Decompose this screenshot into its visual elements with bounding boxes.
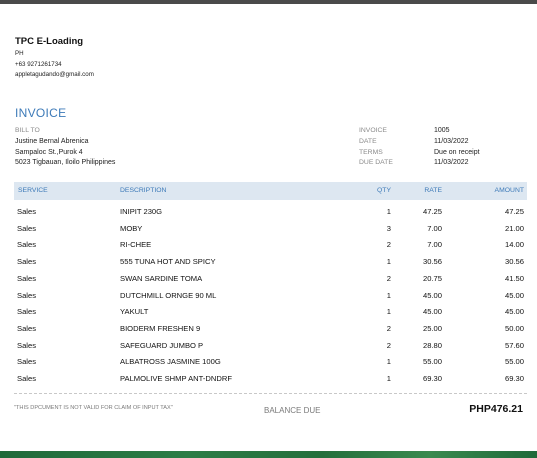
row-amount: 30.56 (504, 257, 524, 266)
row-description: BIODERM FRESHEN 9 (120, 324, 201, 333)
row-description: YAKULT (120, 307, 149, 316)
row-service: Sales (17, 307, 36, 316)
row-qty: 1 (386, 291, 391, 300)
row-service: Sales (17, 207, 36, 216)
row-service: Sales (17, 257, 36, 266)
terms-value: Due on receipt (434, 149, 480, 156)
company-country: PH (15, 50, 24, 57)
table-row: Sales RI-CHEE 2 7.00 14.00 (14, 237, 527, 253)
top-window-strip (0, 0, 537, 4)
table-row: Sales YAKULT 1 45.00 45.00 (14, 304, 527, 320)
table-row: Sales INIPIT 230G 1 47.25 47.25 (14, 204, 527, 220)
table-row: Sales SWAN SARDINE TOMA 2 20.75 41.50 (14, 271, 527, 287)
row-rate: 25.00 (422, 324, 442, 333)
row-qty: 1 (386, 207, 391, 216)
row-amount: 45.00 (504, 307, 524, 316)
header-description: DESCRIPTION (120, 187, 167, 194)
table-row: Sales SAFEGUARD JUMBO P 2 28.80 57.60 (14, 338, 527, 354)
row-amount: 41.50 (504, 274, 524, 283)
table-row: Sales ALBATROSS JASMINE 100G 1 55.00 55.… (14, 354, 527, 370)
row-qty: 2 (386, 240, 391, 249)
header-rate: RATE (424, 187, 442, 194)
header-service: SERVICE (18, 187, 48, 194)
bill-to-city: 5023 Tigbauan, Iloilo Philippines (15, 159, 116, 166)
table-header: SERVICE DESCRIPTION QTY RATE AMOUNT (14, 182, 527, 200)
company-email: appletagudando@gmail.com (15, 71, 94, 78)
row-rate: 20.75 (422, 274, 442, 283)
row-rate: 45.00 (422, 307, 442, 316)
row-description: RI-CHEE (120, 240, 152, 249)
row-description: INIPIT 230G (120, 207, 163, 216)
row-amount: 14.00 (504, 240, 524, 249)
row-qty: 1 (386, 357, 391, 366)
row-service: Sales (17, 324, 36, 333)
row-qty: 2 (386, 324, 391, 333)
row-qty: 1 (386, 307, 391, 316)
header-amount: AMOUNT (494, 187, 524, 194)
bill-to-name: Justine Bernal Abrenica (15, 138, 89, 145)
row-amount: 47.25 (504, 207, 524, 216)
row-rate: 28.80 (422, 341, 442, 350)
invoice-number-value: 1005 (434, 127, 450, 134)
table-row: Sales MOBY 3 7.00 21.00 (14, 221, 527, 237)
row-service: Sales (17, 224, 36, 233)
row-amount: 21.00 (504, 224, 524, 233)
date-label: DATE (359, 138, 377, 145)
row-service: Sales (17, 274, 36, 283)
row-service: Sales (17, 341, 36, 350)
table-row: Sales DUTCHMILL ORNGE 90 ML 1 45.00 45.0… (14, 288, 527, 304)
row-amount: 50.00 (504, 324, 524, 333)
row-qty: 3 (386, 224, 391, 233)
invoice-number-label: INVOICE (359, 127, 387, 134)
balance-due-value: PHP476.21 (469, 403, 523, 415)
balance-due-label: BALANCE DUE (264, 406, 321, 415)
row-amount: 57.60 (504, 341, 524, 350)
footer-divider (14, 393, 527, 394)
bottom-background-strip (0, 451, 537, 458)
row-service: Sales (17, 357, 36, 366)
bill-to-label: BILL TO (15, 127, 40, 134)
row-service: Sales (17, 291, 36, 300)
row-rate: 30.56 (422, 257, 442, 266)
row-qty: 2 (386, 274, 391, 283)
row-qty: 1 (386, 374, 391, 383)
row-rate: 69.30 (422, 374, 442, 383)
tax-disclaimer: "THIS DPCUMENT IS NOT VALID FOR CLAIM OF… (14, 405, 173, 411)
row-description: DUTCHMILL ORNGE 90 ML (120, 291, 217, 300)
row-rate: 47.25 (422, 207, 442, 216)
company-name: TPC E-Loading (15, 36, 84, 47)
bill-to-street: Sampaloc St.,Purok 4 (15, 149, 83, 156)
row-description: MOBY (120, 224, 143, 233)
row-description: SAFEGUARD JUMBO P (120, 341, 204, 350)
row-rate: 45.00 (422, 291, 442, 300)
due-date-value: 11/03/2022 (434, 159, 469, 166)
company-phone: +63 9271261734 (15, 61, 62, 68)
row-rate: 55.00 (422, 357, 442, 366)
row-rate: 7.00 (427, 224, 442, 233)
date-value: 11/03/2022 (434, 138, 469, 145)
due-date-label: DUE DATE (359, 159, 393, 166)
row-amount: 45.00 (504, 291, 524, 300)
row-amount: 55.00 (504, 357, 524, 366)
row-qty: 2 (386, 341, 391, 350)
row-rate: 7.00 (427, 240, 442, 249)
invoice-title: INVOICE (15, 106, 67, 120)
row-service: Sales (17, 240, 36, 249)
header-qty: QTY (377, 187, 391, 194)
row-description: ALBATROSS JASMINE 100G (120, 357, 221, 366)
row-description: PALMOLIVE SHMP ANT-DNDRF (120, 374, 232, 383)
table-row: Sales PALMOLIVE SHMP ANT-DNDRF 1 69.30 6… (14, 371, 527, 387)
row-amount: 69.30 (504, 374, 524, 383)
table-row: Sales 555 TUNA HOT AND SPICY 1 30.56 30.… (14, 254, 527, 270)
row-qty: 1 (386, 257, 391, 266)
table-row: Sales BIODERM FRESHEN 9 2 25.00 50.00 (14, 321, 527, 337)
row-description: 555 TUNA HOT AND SPICY (120, 257, 216, 266)
row-description: SWAN SARDINE TOMA (120, 274, 203, 283)
row-service: Sales (17, 374, 36, 383)
terms-label: TERMS (359, 149, 383, 156)
